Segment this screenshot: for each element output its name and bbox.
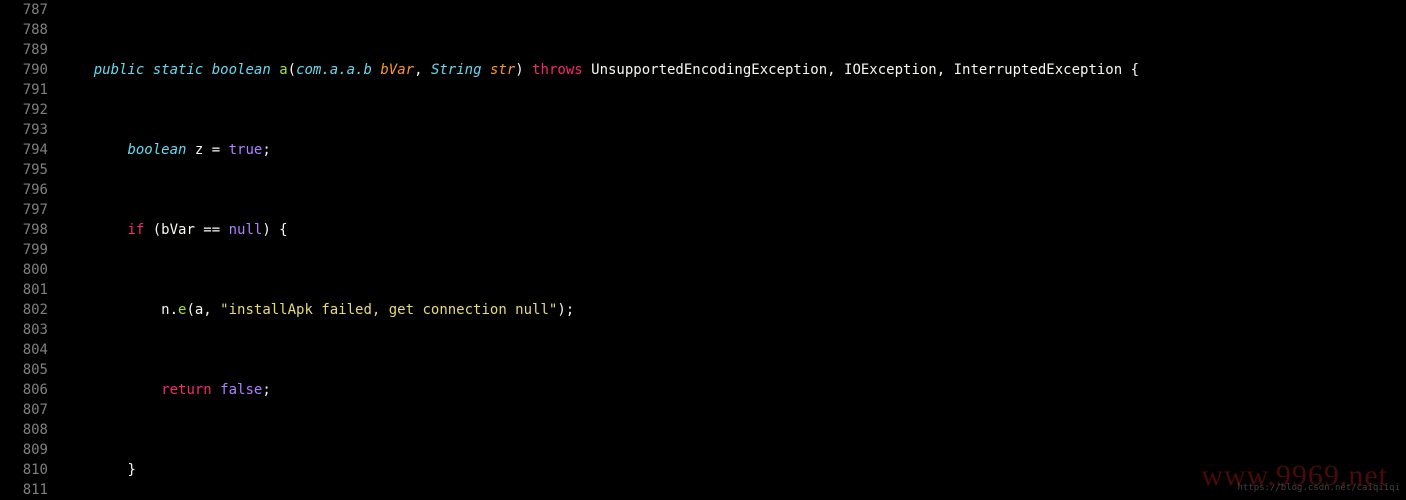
line-number: 807 [0,400,48,420]
line-number: 792 [0,100,48,120]
code-line: if (bVar == null) { [60,220,1406,240]
line-number: 788 [0,20,48,40]
line-number: 798 [0,220,48,240]
line-number: 803 [0,320,48,340]
code-line: n.e(a, "installApk failed, get connectio… [60,300,1406,320]
line-number: 795 [0,160,48,180]
line-number: 801 [0,280,48,300]
line-number: 809 [0,440,48,460]
line-number: 790 [0,60,48,80]
line-number: 789 [0,40,48,60]
line-number: 804 [0,340,48,360]
code-line: boolean z = true; [60,140,1406,160]
line-number: 793 [0,120,48,140]
line-number: 799 [0,240,48,260]
line-number: 805 [0,360,48,380]
line-number: 811 [0,480,48,500]
line-number: 791 [0,80,48,100]
line-number: 797 [0,200,48,220]
line-number: 800 [0,260,48,280]
code-line: return false; [60,380,1406,400]
code-body[interactable]: public static boolean a(com.a.a.b bVar, … [60,0,1406,500]
code-line: public static boolean a(com.a.a.b bVar, … [60,60,1406,80]
line-number: 810 [0,460,48,480]
line-number: 808 [0,420,48,440]
line-number: 794 [0,140,48,160]
line-number: 806 [0,380,48,400]
line-number: 802 [0,300,48,320]
line-number: 796 [0,180,48,200]
code-line: } [60,460,1406,480]
code-editor: 787 788 789 790 791 792 793 794 795 796 … [0,0,1406,500]
line-number: 787 [0,0,48,20]
line-number-gutter: 787 788 789 790 791 792 793 794 795 796 … [0,0,60,500]
